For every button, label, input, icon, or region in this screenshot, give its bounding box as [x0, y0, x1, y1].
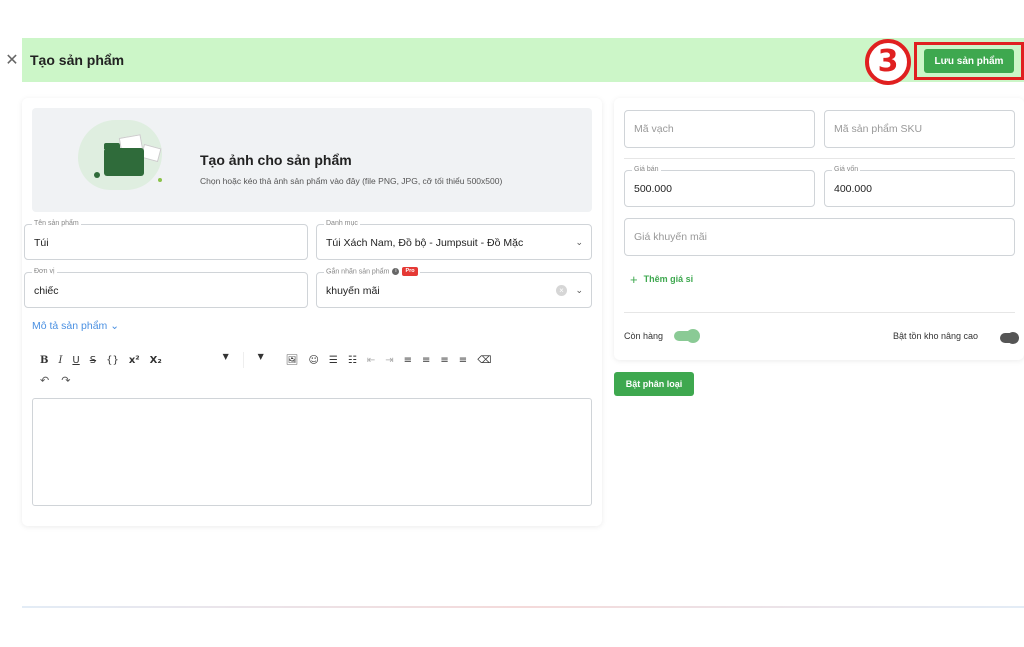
caret-down-icon: ▼ — [222, 352, 229, 361]
bottom-divider — [22, 606, 1024, 608]
barcode-placeholder: Mã vạch — [634, 123, 674, 135]
enable-variants-button[interactable]: Bật phân loại — [614, 372, 694, 396]
font-color-select[interactable]: ▼ — [254, 352, 276, 368]
italic-button[interactable]: I — [58, 355, 62, 366]
sell-price-value: 500.000 — [634, 183, 672, 195]
tag-label-wrap: Gắn nhãn sản phẩm i Pro — [324, 267, 420, 278]
cost-price-field[interactable]: Giá vốn 400.000 — [824, 165, 1015, 207]
category-label: Danh mục — [324, 219, 360, 229]
unit-label: Đơn vị — [32, 267, 57, 277]
align-justify-icon[interactable]: ≡ — [459, 355, 467, 366]
decor-dot — [94, 172, 100, 178]
toolbar-row-2: ↶ ↷ — [40, 374, 82, 387]
chevron-down-icon[interactable]: ⌄ — [575, 285, 583, 296]
caret-down-icon: ▼ — [257, 352, 264, 361]
page: ✕ Tạo sản phẩm 3 Lưu sản phẩm Tạo ảnh ch… — [0, 0, 1024, 647]
description-link: Mô tả sản phẩm — [32, 320, 108, 332]
pro-badge: Pro — [402, 267, 418, 276]
image-icon[interactable]: 🖼 — [286, 355, 299, 366]
promo-price-placeholder: Giá khuyến mãi — [634, 231, 707, 243]
upload-title: Tạo ảnh cho sản phẩm — [200, 152, 352, 168]
clear-format-icon[interactable]: ⌫ — [477, 355, 491, 366]
step-number-annotation: 3 — [865, 39, 911, 85]
save-product-button[interactable]: Lưu sản phẩm — [924, 49, 1014, 73]
product-name-label: Tên sản phẩm — [32, 219, 81, 229]
in-stock-toggle[interactable] — [674, 329, 700, 343]
code-button[interactable]: {} — [106, 355, 119, 366]
info-icon[interactable]: i — [392, 268, 400, 275]
decor-dot-2 — [158, 178, 162, 182]
toggle-knob — [686, 329, 700, 343]
divider — [624, 158, 1015, 159]
cost-price-label: Giá vốn — [832, 165, 861, 175]
underline-button[interactable]: U — [72, 355, 79, 366]
product-name-value: Túi — [34, 237, 49, 249]
align-center-icon[interactable]: ≡ — [422, 355, 430, 366]
unit-value: chiếc — [34, 285, 59, 297]
tag-select[interactable]: Gắn nhãn sản phẩm i Pro khuyến mãi × ⌄ — [316, 267, 592, 308]
divider — [624, 312, 1015, 313]
sku-placeholder: Mã sản phẩm SKU — [834, 123, 923, 135]
image-upload-dropzone[interactable]: Tạo ảnh cho sản phẩm Chọn hoặc kéo thả ả… — [32, 108, 592, 212]
outdent-icon[interactable]: ⇤ — [367, 355, 375, 366]
product-info-card: Tạo ảnh cho sản phẩm Chọn hoặc kéo thả ả… — [22, 98, 602, 526]
unit-field[interactable]: Đơn vị chiếc — [24, 267, 308, 308]
pricing-card: Mã vạch Mã sản phẩm SKU Giá bán 500.000 … — [614, 98, 1024, 360]
advanced-stock-toggle[interactable] — [1000, 332, 1019, 344]
redo-icon[interactable]: ↷ — [61, 374, 70, 387]
font-size-select[interactable]: ▼ — [172, 352, 244, 368]
plus-icon: + — [630, 272, 638, 287]
toggle-knob — [1007, 332, 1019, 344]
undo-icon[interactable]: ↶ — [40, 374, 49, 387]
numbered-list-icon[interactable]: ☷ — [348, 355, 357, 366]
page-title: Tạo sản phẩm — [30, 52, 125, 68]
bullet-list-icon[interactable]: ☰ — [329, 355, 338, 366]
sku-field[interactable]: Mã sản phẩm SKU — [824, 110, 1015, 148]
top-bar: ✕ Tạo sản phẩm 3 Lưu sản phẩm — [5, 38, 1024, 85]
advanced-stock-label: Bật tồn kho nâng cao — [893, 331, 979, 341]
chevron-down-icon: ⌄ — [110, 320, 120, 332]
description-editor[interactable] — [32, 398, 592, 506]
tag-value: khuyến mãi — [326, 285, 380, 297]
subscript-button[interactable]: X₂ — [150, 355, 162, 366]
sell-price-label: Giá bán — [632, 165, 661, 175]
strikethrough-button[interactable]: S — [90, 355, 96, 366]
product-name-field[interactable]: Tên sản phẩm Túi — [24, 219, 308, 260]
superscript-button[interactable]: x² — [129, 355, 140, 366]
category-select[interactable]: Danh mục Túi Xách Nam, Đồ bộ - Jumpsuit … — [316, 219, 592, 260]
tag-label: Gắn nhãn sản phẩm — [326, 268, 390, 276]
bold-button[interactable]: B — [40, 355, 48, 366]
align-left-icon[interactable]: ≡ — [404, 355, 412, 366]
folder-icon — [104, 148, 144, 176]
emoji-icon[interactable]: ☺ — [308, 355, 318, 366]
save-button-highlight: Lưu sản phẩm — [914, 42, 1024, 80]
indent-icon[interactable]: ⇥ — [385, 355, 393, 366]
description-toggle[interactable]: Mô tả sản phẩm ⌄ — [32, 320, 119, 332]
clear-icon[interactable]: × — [556, 285, 567, 296]
barcode-field[interactable]: Mã vạch — [624, 110, 815, 148]
chevron-down-icon: ⌄ — [575, 237, 583, 247]
align-right-icon[interactable]: ≡ — [440, 355, 448, 366]
close-icon[interactable]: ✕ — [4, 50, 20, 70]
category-value: Túi Xách Nam, Đồ bộ - Jumpsuit - Đồ Mặc — [326, 237, 524, 249]
promo-price-field[interactable]: Giá khuyến mãi — [624, 218, 1015, 256]
in-stock-label: Còn hàng — [624, 331, 664, 341]
add-wholesale-label: Thêm giá sỉ — [643, 273, 694, 284]
upload-subtitle: Chọn hoặc kéo thả ảnh sản phẩm vào đây (… — [200, 176, 503, 186]
add-wholesale-price-button[interactable]: + Thêm giá sỉ — [630, 272, 693, 287]
toolbar-row: B I U S {} x² X₂ ▼ ▼ 🖼 ☺ ☰ ☷ ⇤ ⇥ ≡ ≡ ≡ ≡… — [40, 352, 501, 368]
sell-price-field[interactable]: Giá bán 500.000 — [624, 165, 815, 207]
cost-price-value: 400.000 — [834, 183, 872, 195]
